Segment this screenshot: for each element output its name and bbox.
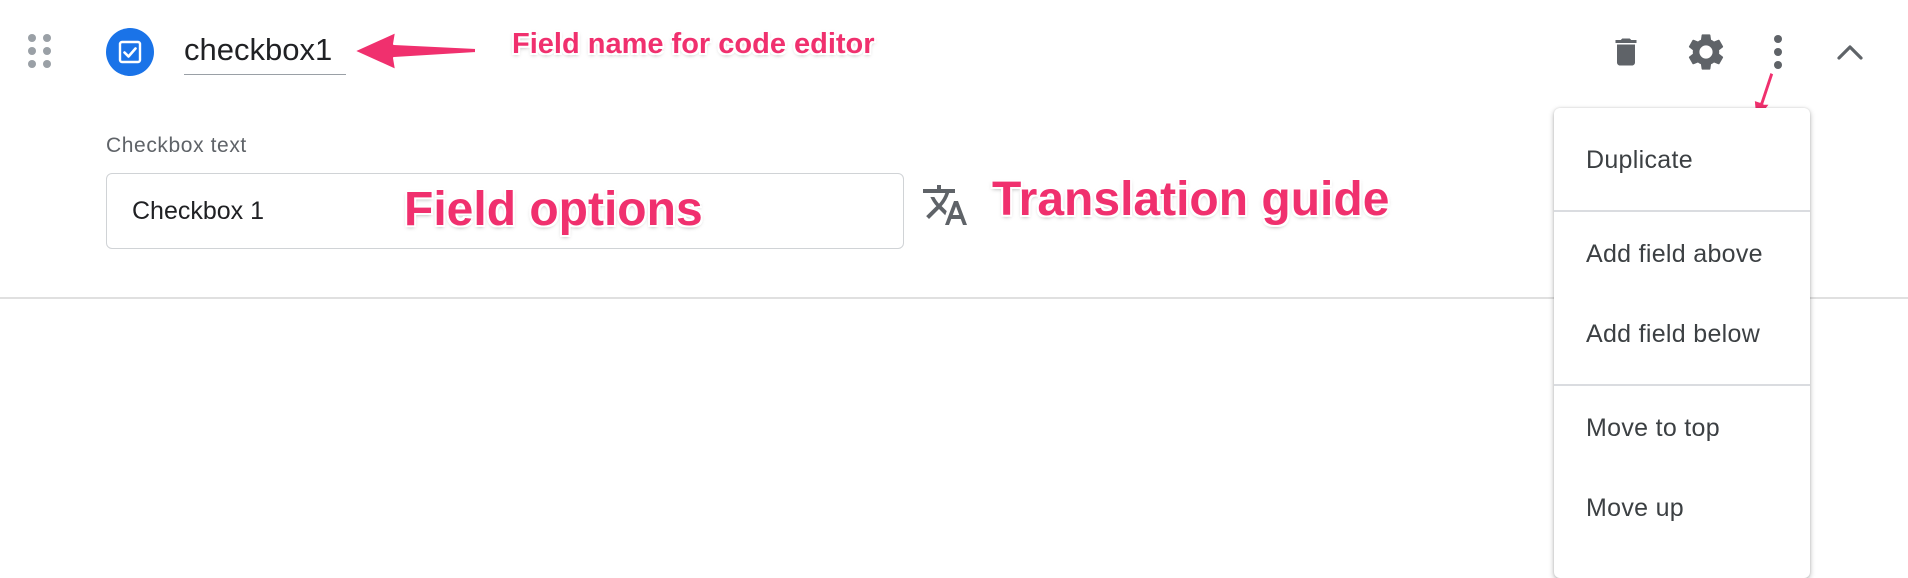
field-name-input[interactable]: checkbox1 (184, 26, 346, 75)
drag-dot (28, 60, 36, 68)
drag-dot (28, 47, 36, 55)
annotation-translation-guide: Translation guide (992, 173, 1390, 226)
menu-divider (1554, 210, 1810, 212)
drag-dot (43, 34, 51, 42)
checkbox-text-label: Checkbox text (106, 134, 247, 157)
menu-divider (1554, 384, 1810, 386)
translate-icon[interactable] (918, 178, 972, 232)
drag-dot (28, 34, 36, 42)
drag-handle-icon[interactable] (28, 34, 54, 72)
annotation-field-options: Field options (404, 183, 703, 236)
menu-item-add-field-below[interactable]: Add field below (1554, 304, 1810, 364)
menu-item-add-field-above[interactable]: Add field above (1554, 224, 1810, 284)
annotation-arrow-icon (353, 31, 477, 71)
more-vert-icon[interactable] (1754, 28, 1802, 76)
drag-dot (43, 47, 51, 55)
menu-item-move-up[interactable]: Move up (1554, 478, 1810, 538)
annotation-field-name: Field name for code editor (512, 28, 875, 60)
menu-item-duplicate[interactable]: Duplicate (1554, 130, 1810, 190)
menu-item-move-to-top[interactable]: Move to top (1554, 398, 1810, 458)
delete-icon[interactable] (1602, 28, 1650, 76)
checkbox-icon (118, 40, 142, 64)
chevron-up-icon[interactable] (1826, 28, 1874, 76)
more-options-menu: Duplicate Add field above Add field belo… (1554, 108, 1810, 578)
drag-dot (43, 60, 51, 68)
gear-icon[interactable] (1682, 28, 1730, 76)
checkbox-type-icon (106, 28, 154, 76)
